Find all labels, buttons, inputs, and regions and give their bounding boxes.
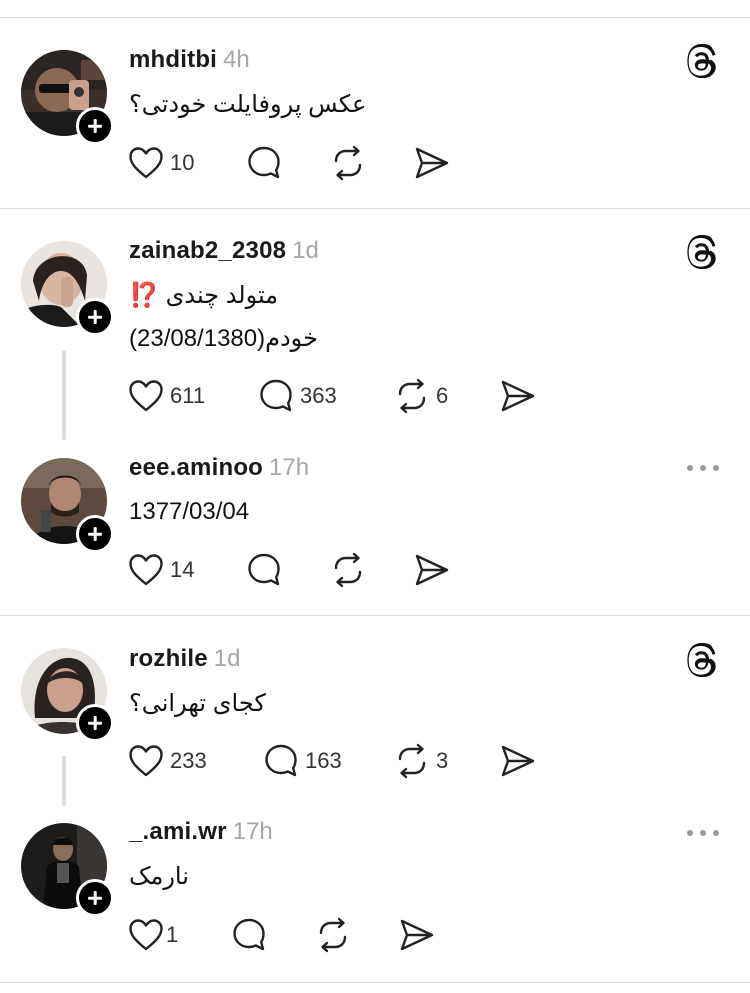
thread-line	[62, 756, 66, 806]
reply-count: 163	[305, 748, 342, 773]
comment-icon	[233, 918, 265, 951]
username[interactable]: rozhile	[129, 645, 208, 672]
post-header: zainab2_2308 1d	[129, 237, 319, 265]
send-icon	[501, 745, 535, 777]
follow-plus-icon[interactable]	[76, 107, 114, 145]
share-button[interactable]	[399, 915, 435, 955]
threads-logo-icon[interactable]	[684, 643, 720, 679]
comment-icon	[260, 379, 292, 412]
heart-icon	[129, 745, 163, 777]
repost-icon	[319, 917, 347, 953]
reply-button[interactable]	[231, 915, 267, 955]
timestamp: 4h	[223, 46, 250, 73]
share-button[interactable]	[414, 550, 450, 590]
post-header: rozhile 1d	[129, 645, 240, 673]
reply-count: 363	[300, 383, 337, 408]
repost-icon	[334, 552, 362, 588]
post-header: eee.aminoo 17h	[129, 454, 309, 482]
post-text-line-1: ⁉️ متولد چندی	[129, 281, 278, 310]
reply-button[interactable]	[246, 550, 282, 590]
heart-icon	[129, 380, 163, 412]
like-button[interactable]: 233	[128, 741, 207, 781]
post-text: کجای تهرانی؟	[129, 690, 266, 717]
send-icon	[415, 554, 449, 586]
heart-icon	[129, 147, 163, 179]
heart-icon	[129, 554, 163, 586]
username[interactable]: zainab2_2308	[129, 237, 286, 264]
thread-line	[62, 350, 66, 440]
divider	[0, 615, 750, 616]
share-button[interactable]	[500, 376, 536, 416]
follow-plus-icon[interactable]	[76, 704, 114, 742]
divider	[0, 208, 750, 209]
post-header: _.ami.wr 17h	[129, 818, 273, 846]
username[interactable]: mhditbi	[129, 46, 217, 73]
reply-button[interactable]: 163	[263, 741, 342, 781]
repost-button[interactable]	[330, 143, 366, 183]
repost-icon	[334, 145, 362, 181]
divider	[0, 17, 750, 18]
comment-icon	[265, 744, 297, 777]
like-count: 10	[170, 150, 195, 175]
comment-icon	[248, 553, 280, 586]
like-count: 1	[166, 922, 179, 947]
repost-count: 6	[436, 383, 449, 408]
like-button[interactable]: 1	[128, 915, 178, 955]
like-button[interactable]: 14	[128, 550, 194, 590]
repost-icon	[398, 378, 426, 414]
like-button[interactable]: 10	[128, 143, 194, 183]
more-options-icon[interactable]	[686, 828, 720, 838]
like-count: 611	[170, 383, 206, 408]
emoji: ⁉️	[129, 282, 159, 309]
follow-plus-icon[interactable]	[76, 298, 114, 336]
post-text-line-2: خودم(23/08/1380)	[129, 325, 318, 352]
post-text: متولد چندی	[165, 282, 279, 309]
send-icon	[400, 919, 434, 951]
timestamp: 1d	[213, 645, 241, 672]
send-icon	[415, 147, 449, 179]
reply-button[interactable]	[246, 143, 282, 183]
username[interactable]: _.ami.wr	[129, 818, 227, 845]
repost-button[interactable]	[315, 915, 351, 955]
share-button[interactable]	[500, 741, 536, 781]
timestamp: 17h	[269, 454, 310, 481]
share-button[interactable]	[414, 143, 450, 183]
repost-button[interactable]: 6	[394, 376, 448, 416]
like-count: 14	[170, 557, 195, 582]
threads-logo-icon[interactable]	[684, 44, 720, 80]
threads-logo-icon[interactable]	[684, 235, 720, 271]
heart-icon	[129, 919, 163, 951]
follow-plus-icon[interactable]	[76, 515, 114, 553]
comment-icon	[248, 146, 280, 179]
repost-button[interactable]: 3	[394, 741, 448, 781]
more-options-icon[interactable]	[686, 463, 720, 473]
post-text: عکس پروفایلت خودتی؟	[129, 91, 367, 118]
timestamp: 17h	[232, 818, 273, 845]
divider	[0, 982, 750, 983]
post-text: 1377/03/04	[129, 498, 250, 525]
send-icon	[501, 380, 535, 412]
post-header: mhditbi 4h	[129, 46, 250, 74]
follow-plus-icon[interactable]	[76, 879, 114, 917]
repost-button[interactable]	[330, 550, 366, 590]
username[interactable]: eee.aminoo	[129, 454, 263, 481]
post-text: نارمک	[129, 863, 189, 890]
reply-button[interactable]: 363	[258, 376, 337, 416]
repost-count: 3	[436, 748, 449, 773]
like-count: 233	[170, 748, 207, 773]
like-button[interactable]: 611	[128, 376, 205, 416]
repost-icon	[398, 743, 426, 779]
timestamp: 1d	[292, 237, 319, 264]
